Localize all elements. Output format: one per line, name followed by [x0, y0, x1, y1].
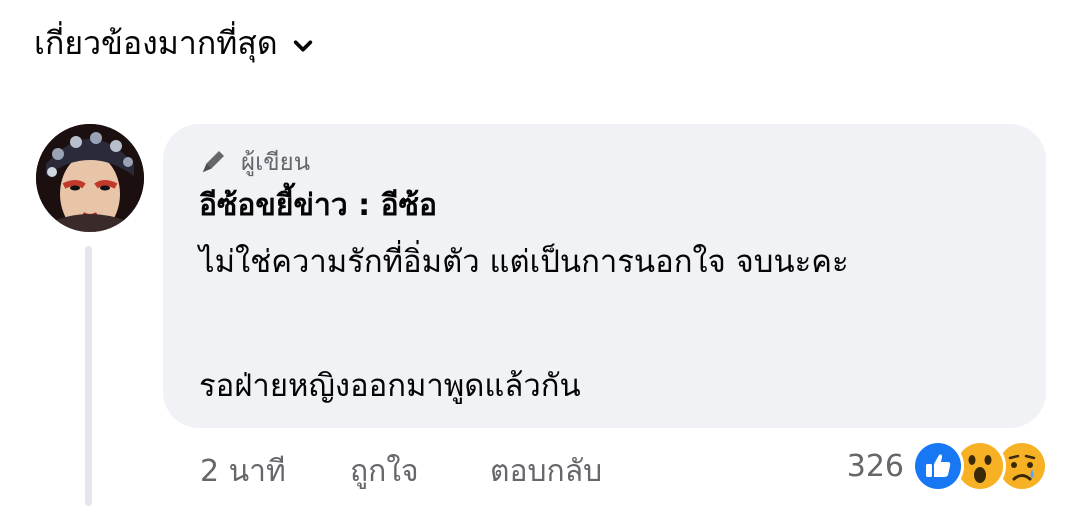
avatar[interactable]	[36, 124, 144, 232]
comment-text-line: รอฝ่ายหญิงออกมาพูดแล้วกัน	[199, 368, 581, 404]
author-badge-label: ผู้เขียน	[241, 147, 311, 176]
reply-button[interactable]: ตอบกลับ	[490, 448, 602, 495]
pen-icon	[202, 151, 224, 173]
comment-bubble: ผู้เขียน อีซ้อขยี้ข่าว : อีซ้อ ไม่ใช่ควา…	[163, 124, 1046, 428]
like-button[interactable]: ถูกใจ	[350, 448, 490, 495]
comment-author[interactable]: อีซ้อขยี้ข่าว : อีซ้อ	[199, 186, 1046, 226]
reaction-summary[interactable]: 326	[847, 440, 1048, 492]
chevron-down-icon	[293, 40, 312, 51]
like-icon	[912, 440, 964, 492]
comment-text-line: ไม่ใช่ความรักที่อิ่มตัว แต่เป็นการนอกใจ …	[199, 244, 849, 280]
reaction-count: 326	[846, 448, 904, 484]
comment-timestamp[interactable]: 2 นาที	[200, 448, 350, 495]
comment-actions: 2 นาที ถูกใจ ตอบกลับ	[200, 448, 602, 495]
sort-label: เกี่ยวข้องมากที่สุด	[34, 24, 278, 62]
avatar-image	[36, 124, 144, 232]
author-badge: ผู้เขียน	[199, 146, 1046, 176]
thread-line	[85, 246, 92, 506]
sort-dropdown[interactable]: เกี่ยวข้องมากที่สุด	[34, 18, 314, 69]
